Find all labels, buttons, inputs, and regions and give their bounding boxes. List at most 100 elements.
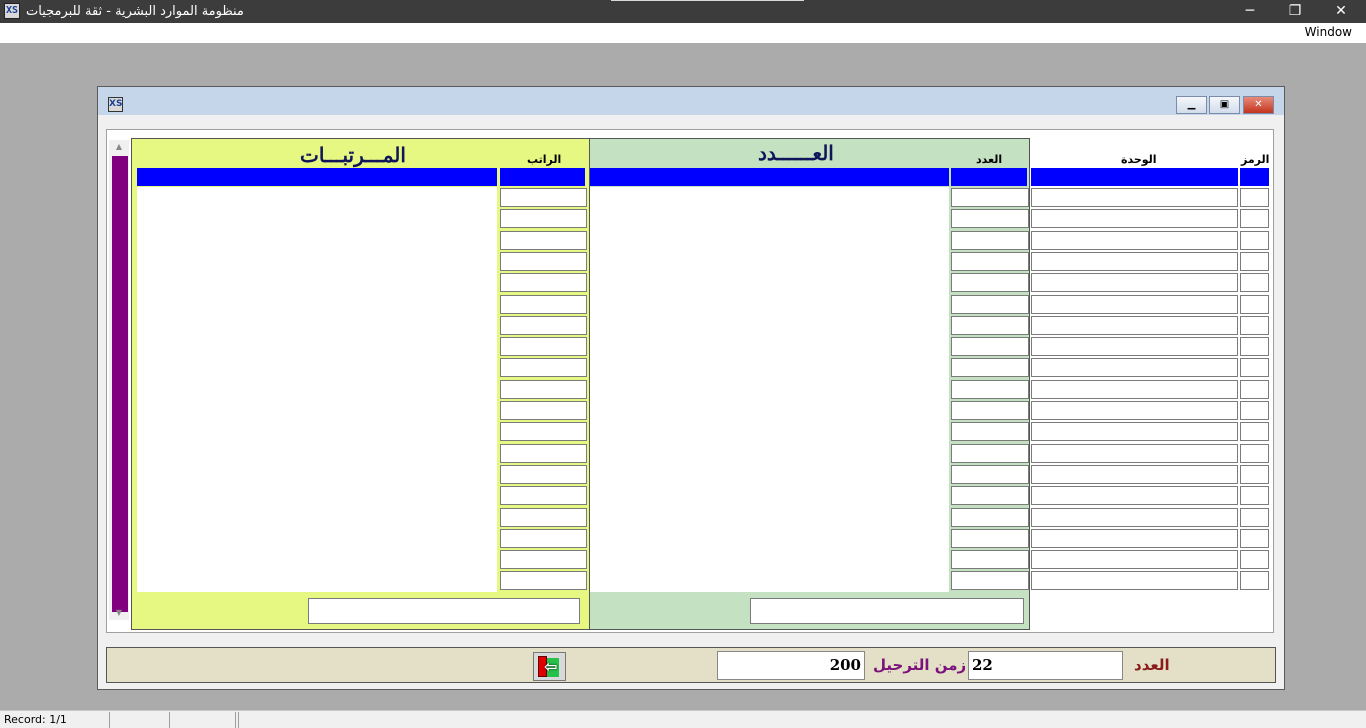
code-cell[interactable]	[1240, 528, 1269, 548]
salary-cell[interactable]	[500, 379, 587, 399]
unit-cell[interactable]	[1031, 443, 1238, 463]
count-cell[interactable]	[951, 422, 1029, 442]
count-cell[interactable]	[951, 401, 1029, 420]
salary-cell[interactable]	[500, 209, 587, 229]
salary-cell[interactable]	[500, 337, 587, 357]
scroll-up-icon[interactable]: ▲	[109, 140, 129, 154]
unit-cell[interactable]	[1031, 273, 1238, 293]
close-window-button[interactable]: ✕	[1318, 0, 1364, 23]
count-cell[interactable]	[951, 188, 1029, 207]
unit-cell[interactable]	[1031, 315, 1238, 335]
code-cell[interactable]	[1240, 464, 1269, 484]
form-restore-button[interactable]: ▣	[1209, 96, 1240, 114]
salary-cell[interactable]	[500, 550, 587, 570]
count-cell[interactable]	[951, 251, 1029, 271]
unit-cell[interactable]	[1031, 358, 1238, 378]
count-cell[interactable]	[951, 358, 1029, 378]
count-cell[interactable]	[951, 379, 1029, 399]
salary-cell[interactable]	[500, 486, 587, 506]
salary-cell[interactable]	[500, 528, 587, 548]
unit-cell[interactable]	[1031, 230, 1238, 250]
unit-cell[interactable]	[1031, 571, 1238, 591]
code-cell[interactable]	[1240, 422, 1269, 442]
unit-cell[interactable]	[1031, 337, 1238, 357]
code-cell[interactable]	[1240, 251, 1269, 271]
restore-window-button[interactable]: ❐	[1272, 0, 1318, 23]
count-cell[interactable]	[951, 443, 1029, 463]
code-cell[interactable]	[1240, 379, 1269, 399]
salary-cell[interactable]	[500, 358, 587, 378]
code-cell[interactable]	[1240, 486, 1269, 506]
unit-cell[interactable]	[1031, 507, 1238, 527]
count-cell[interactable]	[951, 273, 1029, 293]
posting-time-field[interactable]: 200	[717, 651, 865, 680]
unit-cell[interactable]	[1031, 401, 1238, 420]
count-cell[interactable]	[951, 528, 1029, 548]
code-cell[interactable]	[1240, 273, 1269, 293]
exit-button[interactable]: ⇦	[533, 652, 566, 681]
scroll-thumb[interactable]	[112, 156, 128, 612]
selected-salary-cell[interactable]	[500, 168, 585, 186]
scroll-down-icon[interactable]: ▼	[109, 606, 129, 620]
count-cell[interactable]	[951, 507, 1029, 527]
count-cell[interactable]	[951, 294, 1029, 314]
code-cell[interactable]	[1240, 230, 1269, 250]
salary-cell[interactable]	[500, 422, 587, 442]
unit-cell[interactable]	[1031, 379, 1238, 399]
code-cell[interactable]	[1240, 401, 1269, 420]
salary-cell[interactable]	[500, 294, 587, 314]
selected-unit-cell[interactable]	[1031, 168, 1238, 186]
unit-cell[interactable]	[1031, 550, 1238, 570]
count-cell[interactable]	[951, 209, 1029, 229]
selected-code-cell[interactable]	[1240, 168, 1269, 186]
count-total-field[interactable]	[750, 598, 1024, 624]
selected-count-cell[interactable]	[951, 168, 1027, 186]
vertical-scrollbar[interactable]: ▲ ▼	[109, 140, 129, 620]
salary-cell[interactable]	[500, 571, 587, 591]
form-close-button[interactable]: ✕	[1243, 96, 1274, 114]
salaries-total-field[interactable]	[308, 598, 580, 624]
unit-cell[interactable]	[1031, 486, 1238, 506]
code-cell[interactable]	[1240, 550, 1269, 570]
count-cell[interactable]	[951, 464, 1029, 484]
count-value-field[interactable]: 22	[968, 651, 1123, 680]
salary-cell[interactable]	[500, 464, 587, 484]
count-cell[interactable]	[951, 486, 1029, 506]
count-cell[interactable]	[951, 550, 1029, 570]
unit-cell[interactable]	[1031, 464, 1238, 484]
salary-cell[interactable]	[500, 315, 587, 335]
form-minimize-button[interactable]: ▁	[1176, 96, 1207, 114]
unit-cell[interactable]	[1031, 294, 1238, 314]
salary-cell[interactable]	[500, 251, 587, 271]
count-cell[interactable]	[951, 337, 1029, 357]
code-cell[interactable]	[1240, 209, 1269, 229]
unit-cell[interactable]	[1031, 209, 1238, 229]
minimize-window-button[interactable]: ─	[1227, 0, 1273, 23]
app-icon: XS	[4, 3, 20, 19]
unit-cell[interactable]	[1031, 422, 1238, 442]
count-column-header: العدد	[976, 153, 1003, 166]
unit-cell[interactable]	[1031, 528, 1238, 548]
salary-cell[interactable]	[500, 443, 587, 463]
salary-cell[interactable]	[500, 507, 587, 527]
salary-column-header: الراتب	[527, 153, 562, 166]
salary-cell[interactable]	[500, 188, 587, 207]
count-cell[interactable]	[951, 571, 1029, 591]
code-cell[interactable]	[1240, 507, 1269, 527]
unit-cell[interactable]	[1031, 188, 1238, 207]
code-cell[interactable]	[1240, 358, 1269, 378]
salary-cell[interactable]	[500, 230, 587, 250]
code-cell[interactable]	[1240, 294, 1269, 314]
code-cell[interactable]	[1240, 188, 1269, 207]
code-cell[interactable]	[1240, 571, 1269, 591]
salary-cell[interactable]	[500, 273, 587, 293]
count-cell[interactable]	[951, 230, 1029, 250]
code-cell[interactable]	[1240, 315, 1269, 335]
code-cell[interactable]	[1240, 443, 1269, 463]
salary-cell[interactable]	[500, 401, 587, 420]
unit-cell[interactable]	[1031, 251, 1238, 271]
count-cell[interactable]	[951, 315, 1029, 335]
app-title-bar: XS منظومة الموارد البشرية - ثقة للبرمجيا…	[0, 0, 1366, 23]
code-cell[interactable]	[1240, 337, 1269, 357]
menu-window[interactable]: Window	[1305, 25, 1352, 39]
